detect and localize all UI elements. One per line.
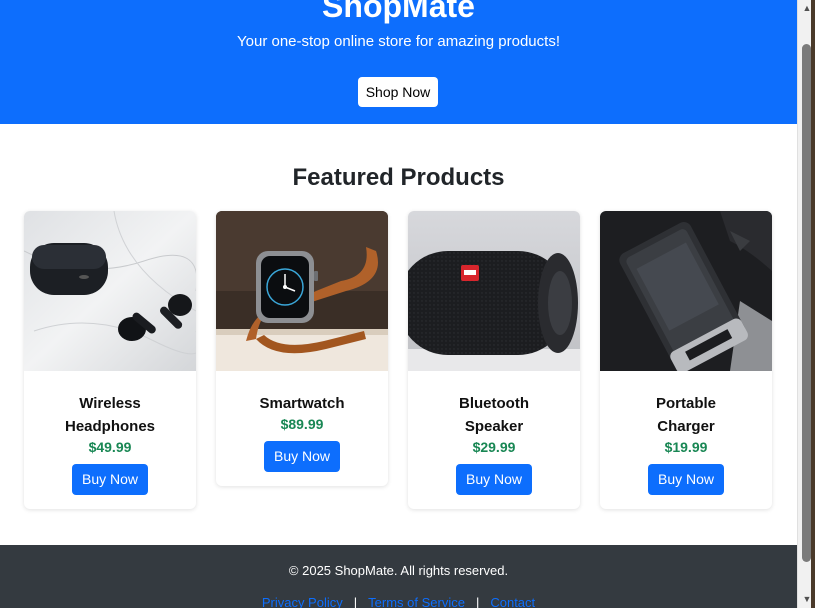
product-card: Wireless Headphones $49.99 Buy Now (24, 211, 196, 509)
product-card: Smartwatch $89.99 Buy Now (216, 211, 388, 486)
speaker-image (408, 211, 580, 371)
product-name: Bluetooth Speaker (459, 395, 529, 435)
shop-now-button[interactable]: Shop Now (358, 77, 438, 107)
window-edge (811, 0, 815, 608)
product-name: Smartwatch (259, 395, 345, 412)
scroll-thumb[interactable] (802, 44, 811, 562)
link-separator: | (353, 595, 358, 608)
contact-link[interactable]: Contact (490, 595, 535, 608)
product-name: Wireless Headphones (64, 395, 155, 435)
buy-now-button[interactable]: Buy Now (71, 464, 149, 495)
link-separator: | (475, 595, 480, 608)
product-price: $29.99 (472, 439, 516, 455)
product-price: $89.99 (280, 416, 324, 432)
hero-subtitle: Your one-stop online store for amazing p… (237, 33, 560, 50)
site-footer: © 2025 ShopMate. All rights reserved. Pr… (0, 545, 797, 608)
footer-links: Privacy Policy | Terms of Service | Contact (0, 595, 797, 608)
privacy-policy-link[interactable]: Privacy Policy (262, 595, 343, 608)
product-card: Bluetooth Speaker $29.99 Buy Now (408, 211, 580, 509)
buy-now-button[interactable]: Buy Now (647, 464, 725, 495)
site-title: ShopMate (322, 0, 475, 24)
hero-banner: ShopMate Your one-stop online store for … (0, 0, 797, 124)
copyright-text: © 2025 ShopMate. All rights reserved. (288, 563, 509, 578)
product-price: $49.99 (88, 439, 132, 455)
buy-now-button[interactable]: Buy Now (263, 441, 341, 472)
product-price: $19.99 (664, 439, 708, 455)
page: ShopMate Your one-stop online store for … (0, 0, 797, 608)
featured-products-heading: Featured Products (292, 164, 505, 191)
terms-of-service-link[interactable]: Terms of Service (368, 595, 465, 608)
smartwatch-image (216, 211, 388, 371)
charger-image (600, 211, 772, 371)
product-card: Portable Charger $19.99 Buy Now (600, 211, 772, 509)
product-name: Portable Charger (655, 395, 716, 435)
earbuds-image (24, 211, 196, 371)
buy-now-button[interactable]: Buy Now (455, 464, 533, 495)
